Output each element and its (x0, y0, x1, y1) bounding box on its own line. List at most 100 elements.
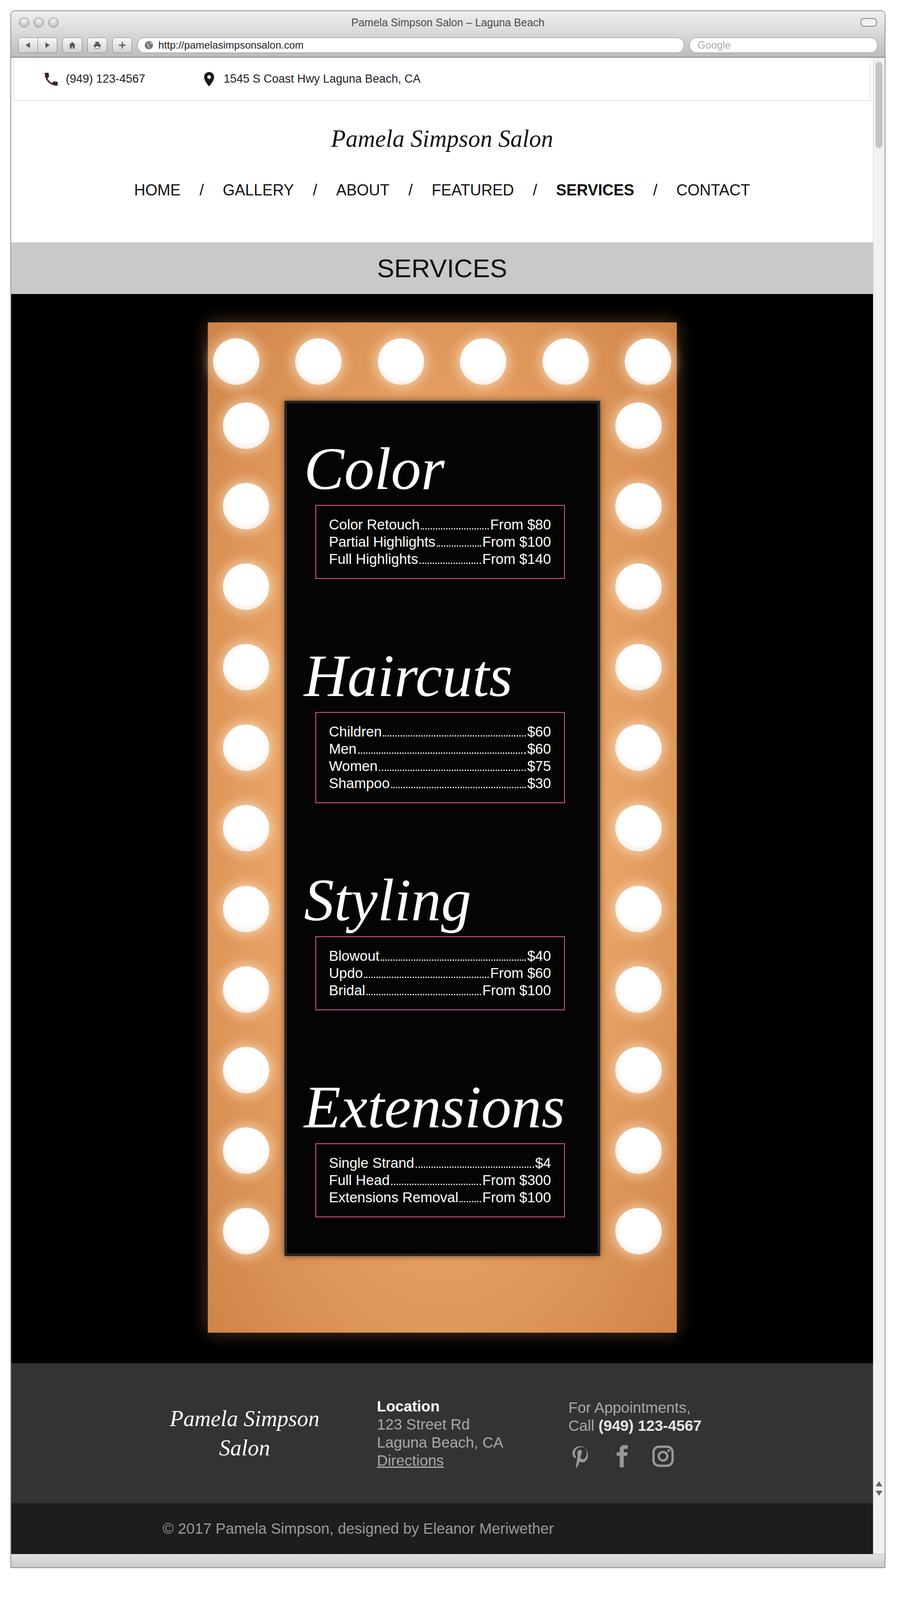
footer-location: Location123 Street RdLaguna Beach, CADir… (376, 1396, 519, 1469)
search-field[interactable]: Google (689, 37, 878, 53)
nav-item[interactable]: ABOUT (336, 181, 390, 200)
url-text: http://pamelasimpsonsalon.com (158, 39, 304, 52)
light-bulb-icon (615, 563, 662, 610)
dot-leader (420, 527, 489, 530)
globe-icon (143, 40, 155, 51)
service-name: Full Highlights (329, 550, 419, 568)
back-button[interactable] (18, 37, 38, 53)
dot-leader (459, 1200, 482, 1202)
service-price: From $300 (482, 1171, 552, 1189)
price-row: Extensions RemovalFrom $100 (329, 1188, 552, 1206)
dot-leader (415, 1165, 534, 1168)
viewport: (949) 123-4567 1545 S Coast Hwy Laguna Be… (11, 57, 885, 1554)
pinterest-icon[interactable] (568, 1443, 593, 1468)
site-logo[interactable]: Pamela Simpson Salon (11, 124, 873, 153)
service-name: Women (329, 757, 378, 775)
appointments-line: For Appointments, (568, 1397, 711, 1416)
light-bulb-icon (615, 482, 662, 530)
scroll-thumb[interactable] (875, 61, 883, 149)
instagram-icon[interactable] (650, 1443, 676, 1468)
service-price: $4 (535, 1153, 552, 1172)
service-section: ExtensionsSingle Strand$4Full HeadFrom $… (304, 1076, 601, 1217)
light-bulb-icon (615, 1207, 662, 1254)
nav-item[interactable]: FEATURED (431, 181, 514, 200)
price-row: Blowout$40 (329, 946, 552, 965)
address-item[interactable]: 1545 S Coast Hwy Laguna Beach, CA (200, 70, 421, 88)
price-row: Single Strand $4 (329, 1153, 552, 1172)
scroll-down-icon[interactable] (874, 1487, 884, 1498)
light-bulb-icon (222, 482, 270, 530)
light-bulb-icon (222, 885, 270, 932)
service-name: Blowout (329, 946, 380, 965)
service-price: From $100 (482, 533, 552, 551)
service-price: $75 (527, 757, 551, 775)
nav-item[interactable]: CONTACT (676, 181, 750, 200)
close-button[interactable] (18, 17, 30, 28)
page-title: SERVICES (376, 253, 507, 284)
light-bulb-icon (459, 338, 507, 385)
service-name: Single Strand (329, 1153, 415, 1172)
copyright-bar: © 2017 Pamela Simpson, designed by Elean… (11, 1502, 873, 1554)
price-row: Shampoo $30 (329, 774, 552, 792)
nav-item[interactable]: HOME (134, 181, 181, 200)
toolbar-toggle-button[interactable] (860, 18, 877, 27)
service-price: $60 (527, 740, 551, 758)
nav-item[interactable]: SERVICES (556, 181, 635, 200)
price-box: Single Strand$4Full HeadFrom $300Extensi… (315, 1142, 565, 1217)
nav-item[interactable]: GALLERY (222, 181, 294, 200)
service-name: Men (329, 740, 357, 758)
dot-leader (436, 545, 482, 547)
forward-arrow-icon (42, 40, 53, 50)
dot-leader (357, 752, 527, 754)
nav-separator: / (199, 181, 204, 200)
address-text: 1545 S Coast Hwy Laguna Beach, CA (223, 72, 421, 86)
address-field[interactable]: http://pamelasimpsonsalon.com (137, 37, 685, 53)
home-button[interactable] (62, 37, 83, 53)
title-bar: Pamela Simpson Salon – Laguna Beach (11, 11, 885, 34)
main-nav: HOME/GALLERY/ABOUT/FEATURED/SERVICES/CON… (11, 181, 873, 200)
browser-window: Pamela Simpson Salon – Laguna Beach http:… (10, 10, 886, 1568)
service-name: Partial Highlights (329, 533, 436, 551)
scroll-up-icon[interactable] (874, 1478, 884, 1488)
light-bulb-icon (542, 338, 590, 385)
dot-leader (366, 993, 482, 995)
light-bulb-icon (615, 1126, 662, 1174)
service-price: From $100 (482, 1188, 552, 1206)
service-name: Shampoo (329, 774, 390, 792)
forward-button[interactable] (37, 37, 58, 53)
nav-separator: / (653, 181, 658, 200)
web-page: (949) 123-4567 1545 S Coast Hwy Laguna Be… (11, 57, 873, 1554)
light-bulb-icon (222, 1046, 270, 1093)
scrollbar[interactable] (872, 57, 885, 1554)
price-list: ColorColor RetouchFrom $80Partial Highli… (284, 400, 601, 1256)
scroll-arrows[interactable] (874, 1478, 884, 1498)
facebook-icon[interactable] (609, 1443, 634, 1468)
footer-logo[interactable]: Pamela Simpson Salon (161, 1403, 328, 1463)
light-bulb-icon (222, 643, 270, 691)
light-bulb-icon (222, 965, 270, 1013)
light-bulb-icon (615, 804, 662, 852)
add-bookmark-button[interactable] (112, 37, 133, 53)
zoom-button[interactable] (48, 17, 59, 28)
section-title: Styling (304, 869, 601, 930)
printer-icon (92, 40, 102, 50)
service-price: $30 (527, 774, 551, 792)
footer-phone[interactable]: (949) 123-4567 (598, 1416, 702, 1434)
service-section: ColorColor RetouchFrom $80Partial Highli… (304, 438, 601, 579)
phone-item[interactable]: (949) 123-4567 (42, 70, 146, 88)
section-title: Color (304, 438, 601, 499)
service-name: Updo (329, 964, 364, 982)
service-price: From $80 (490, 515, 551, 534)
light-bulb-icon (615, 965, 662, 1013)
services-stage: ColorColor RetouchFrom $80Partial Highli… (11, 293, 873, 1363)
dot-leader (391, 786, 527, 788)
light-bulb-icon (222, 563, 270, 610)
service-name: Bridal (329, 981, 366, 999)
search-placeholder: Google (697, 39, 731, 52)
map-pin-icon (200, 70, 218, 88)
directions-link[interactable]: Directions (376, 1450, 519, 1469)
minimize-button[interactable] (33, 17, 44, 28)
dot-leader (380, 959, 527, 961)
print-button[interactable] (87, 37, 108, 53)
footer-appointments: For Appointments,Call (949) 123-4567 (568, 1397, 711, 1468)
